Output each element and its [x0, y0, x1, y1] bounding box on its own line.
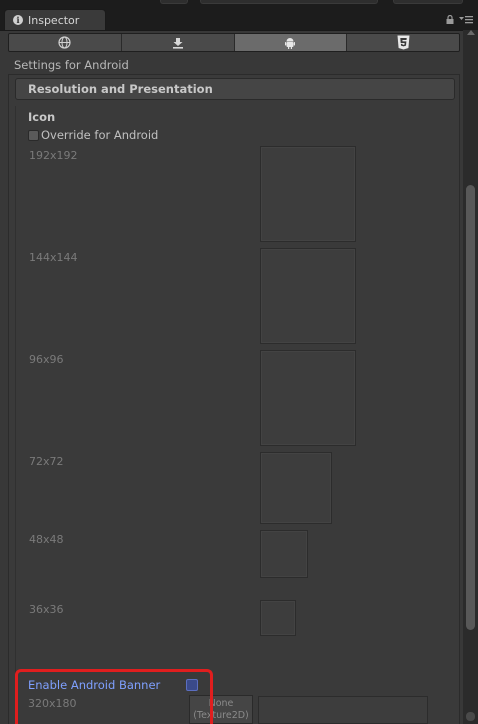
icon-section: Icon Override for Android 192x192 144x14…: [15, 106, 455, 724]
icon-size-label: 144x144: [29, 251, 78, 264]
icon-slot-192[interactable]: [260, 146, 356, 242]
icon-slot-48[interactable]: [260, 530, 308, 578]
icon-size-label: 192x192: [29, 149, 78, 162]
inspector-titlebar: i Inspector: [0, 0, 478, 30]
icon-size-label: 36x36: [29, 603, 64, 616]
section-resolution-and-presentation[interactable]: Resolution and Presentation: [15, 78, 455, 100]
inspector-panel: Settings for Android Resolution and Pres…: [0, 30, 478, 724]
html5-icon: [397, 35, 410, 50]
icon-slot-96[interactable]: [260, 350, 356, 446]
override-for-android-toggle[interactable]: Override for Android: [28, 128, 158, 142]
scroll-down-button[interactable]: [466, 712, 475, 721]
inspector-tab-label: Inspector: [28, 13, 80, 27]
inspector-tab[interactable]: i Inspector: [4, 9, 106, 30]
highlight-box: [15, 669, 213, 724]
globe-icon: [58, 36, 71, 49]
settings-container: Resolution and Presentation Icon Overrid…: [8, 74, 460, 724]
platform-tab-webgl[interactable]: [347, 34, 459, 51]
context-menu-icon[interactable]: [458, 14, 474, 24]
window-edge: [200, 0, 378, 4]
icon-size-label: 96x96: [29, 353, 64, 366]
platform-tab-web[interactable]: [9, 34, 122, 51]
scrollbar-thumb[interactable]: [466, 185, 475, 630]
icon-size-label: 72x72: [29, 455, 64, 468]
info-icon: i: [13, 15, 23, 25]
override-label: Override for Android: [41, 128, 159, 142]
vertical-scrollbar[interactable]: [463, 30, 478, 724]
lock-icon[interactable]: [446, 15, 454, 24]
platform-tabs: [8, 33, 460, 52]
icon-slot-144[interactable]: [260, 248, 356, 344]
icon-size-label: 48x48: [29, 533, 64, 546]
window-edge: [160, 0, 188, 4]
icon-heading: Icon: [28, 110, 56, 124]
settings-for-platform-title: Settings for Android: [14, 58, 129, 72]
icon-slot-72[interactable]: [260, 452, 332, 524]
platform-tab-standalone[interactable]: [121, 34, 235, 51]
scroll-up-arrow[interactable]: [467, 30, 475, 35]
banner-texture-slot[interactable]: [258, 696, 428, 724]
android-icon: [285, 37, 296, 49]
window-edge: [393, 0, 463, 4]
download-icon: [172, 37, 183, 49]
platform-tab-android[interactable]: [234, 34, 348, 51]
override-checkbox[interactable]: [28, 129, 39, 141]
icon-slot-36[interactable]: [260, 600, 296, 636]
